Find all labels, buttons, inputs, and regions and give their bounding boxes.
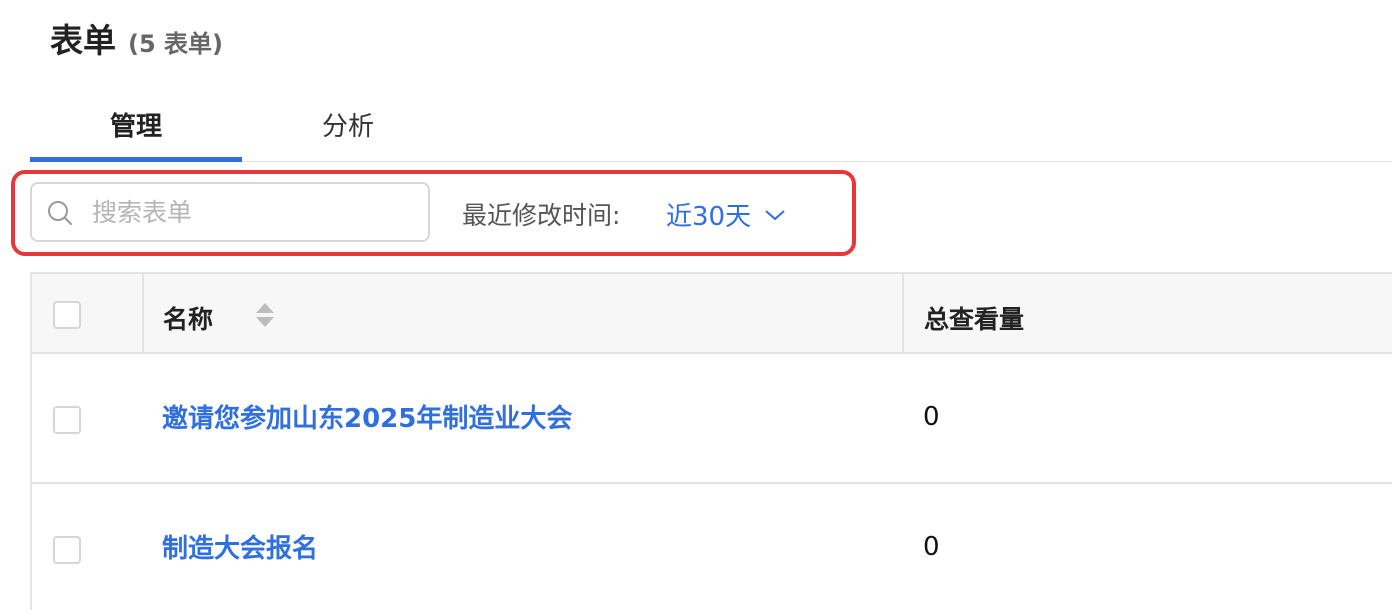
tab-manage-label: 管理 [109, 111, 162, 142]
search-input[interactable] [92, 184, 422, 240]
column-divider [902, 274, 904, 354]
forms-table: 名称 总查看量 邀请您参加山东2025年制造业大会 0 制造大会报名 0 [30, 272, 1392, 610]
column-header-views: 总查看量 [924, 305, 1025, 334]
form-name-link[interactable]: 邀请您参加山东2025年制造业大会 [162, 398, 572, 435]
date-filter-dropdown[interactable]: 近30天 [666, 196, 787, 233]
tab-bar: 管理 分析 [30, 86, 1392, 162]
table-row: 制造大会报名 0 [32, 484, 1392, 610]
column-divider [142, 274, 144, 354]
forms-page: 表单 (5 表单) 管理 分析 最近修改时间: 近30天 名称 [0, 0, 1392, 610]
sort-icon[interactable] [254, 300, 276, 330]
form-views: 0 [923, 532, 940, 562]
table-row: 邀请您参加山东2025年制造业大会 0 [32, 354, 1392, 484]
date-filter-value: 近30天 [666, 202, 752, 232]
filter-label: 最近修改时间: [462, 201, 621, 230]
tab-analyze-label: 分析 [321, 111, 374, 142]
page-header: 表单 (5 表单) [50, 14, 223, 62]
row-checkbox[interactable] [53, 536, 81, 564]
page-title: 表单 [50, 21, 116, 60]
row-checkbox[interactable] [53, 406, 81, 434]
select-all-checkbox[interactable] [53, 301, 81, 329]
chevron-down-icon [765, 209, 785, 220]
active-tab-indicator [30, 157, 242, 162]
table-header: 名称 总查看量 [32, 272, 1392, 354]
form-name-link[interactable]: 制造大会报名 [162, 528, 318, 565]
column-header-name: 名称 [163, 305, 214, 334]
search-icon [48, 201, 72, 225]
search-box [30, 182, 430, 242]
tab-analyze[interactable]: 分析 [242, 86, 454, 162]
form-count: (5 表单) [128, 30, 223, 58]
form-views: 0 [923, 402, 940, 432]
tab-manage[interactable]: 管理 [30, 86, 242, 162]
